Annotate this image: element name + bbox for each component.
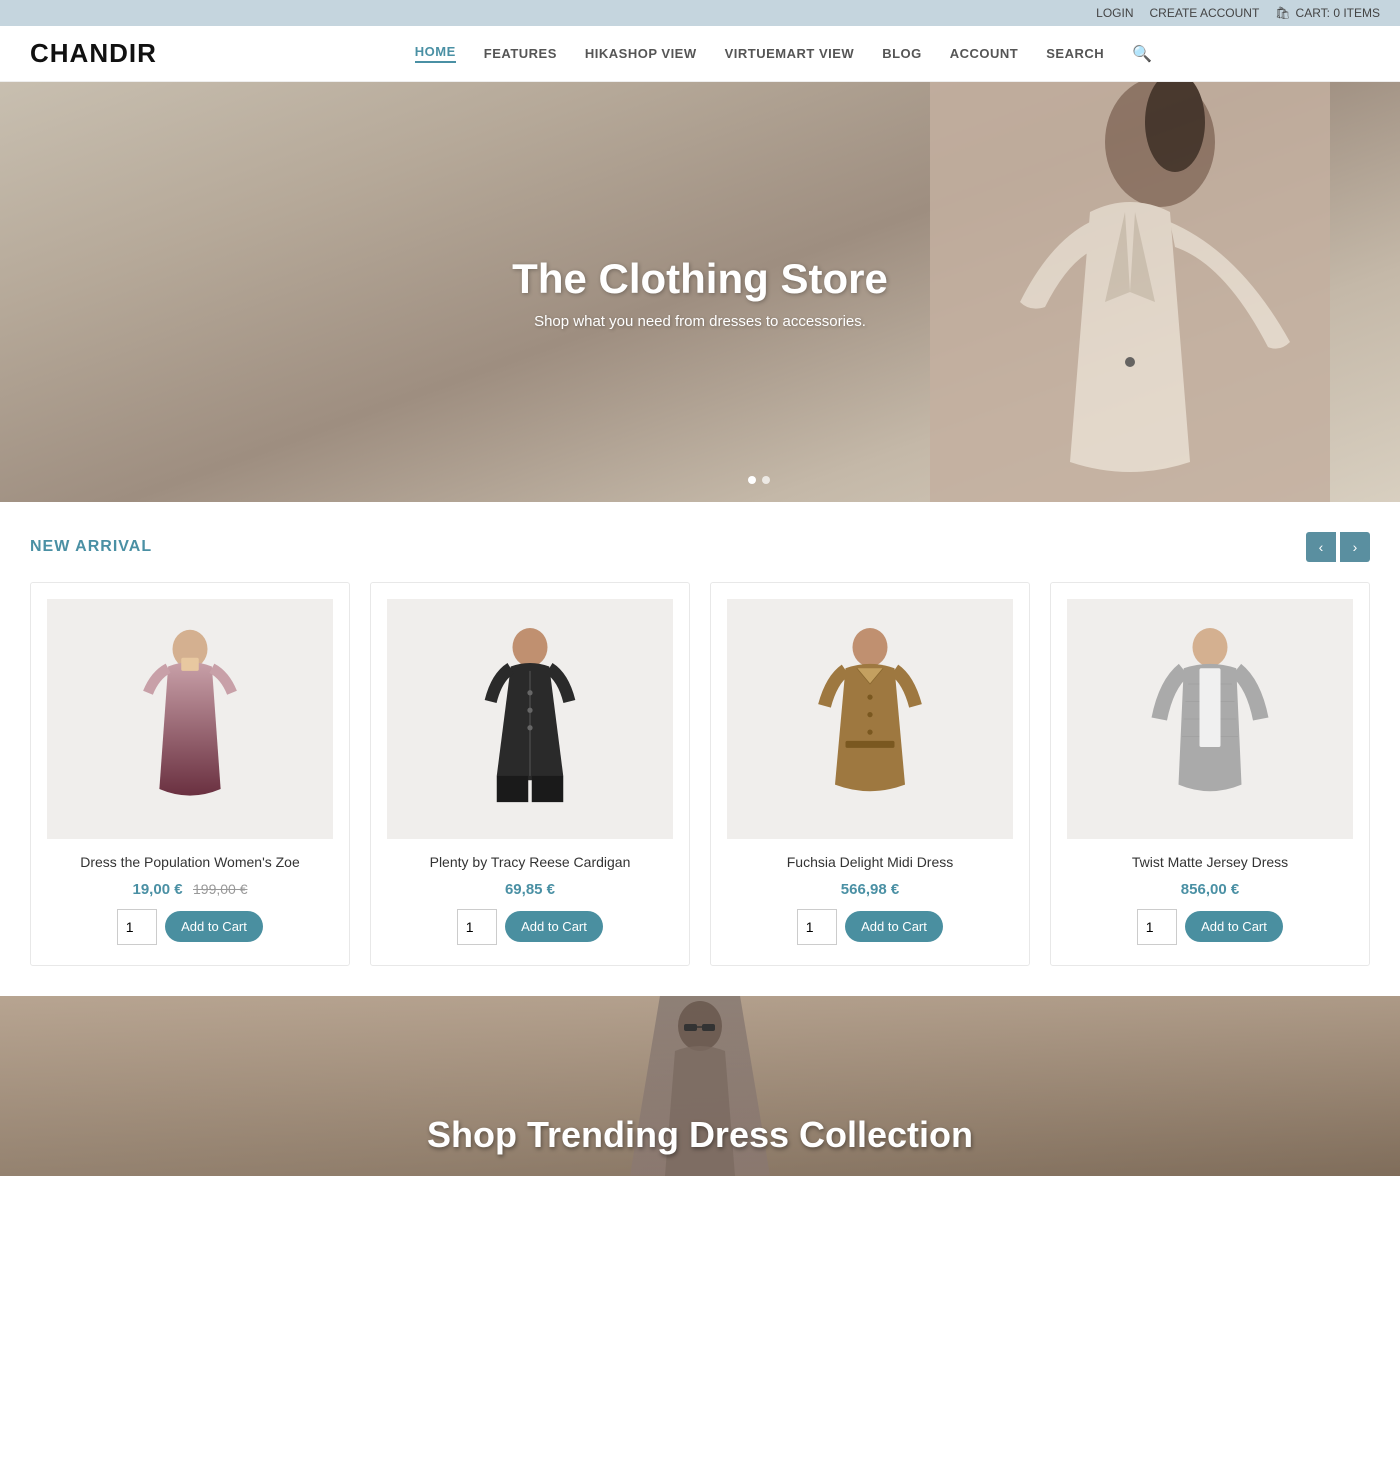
product-actions-1: Add to Cart	[117, 909, 263, 945]
logo[interactable]: CHANDIR	[30, 38, 157, 69]
nav-virtuemart[interactable]: VIRTUEMART VIEW	[725, 46, 855, 61]
header: CHANDIR HOME FEATURES HIKASHOP VIEW VIRT…	[0, 26, 1400, 82]
add-to-cart-button-1[interactable]: Add to Cart	[165, 911, 263, 942]
nav-blog[interactable]: BLOG	[882, 46, 922, 61]
nav-search[interactable]: SEARCH	[1046, 46, 1104, 61]
login-link[interactable]: LOGIN	[1096, 6, 1133, 20]
add-to-cart-button-3[interactable]: Add to Cart	[845, 911, 943, 942]
product-sale-price-3: 566,98 €	[841, 881, 899, 898]
product-actions-2: Add to Cart	[457, 909, 603, 945]
product-name-2: Plenty by Tracy Reese Cardigan	[430, 853, 631, 873]
carousel-prev-button[interactable]: ‹	[1306, 532, 1336, 562]
product-actions-3: Add to Cart	[797, 909, 943, 945]
cart-icon: 🛍	[1275, 6, 1290, 20]
bottom-banner: Shop Trending Dress Collection	[0, 996, 1400, 1176]
hero-dot-2[interactable]	[762, 476, 770, 484]
new-arrival-section: NEW ARRIVAL ‹ ›	[0, 502, 1400, 996]
product-card-4: Twist Matte Jersey Dress 856,00 € Add to…	[1050, 582, 1370, 966]
nav-hikashop[interactable]: HIKASHOP VIEW	[585, 46, 697, 61]
product-price-4: 856,00 €	[1181, 881, 1239, 899]
product-grid: Dress the Population Women's Zoe 19,00 €…	[30, 582, 1370, 966]
hero-subtitle: Shop what you need from dresses to acces…	[512, 313, 888, 330]
nav-home[interactable]: HOME	[415, 44, 456, 63]
product-sale-price-2: 69,85 €	[505, 881, 555, 898]
qty-input-2[interactable]	[457, 909, 497, 945]
nav-features[interactable]: FEATURES	[484, 46, 557, 61]
add-to-cart-button-4[interactable]: Add to Cart	[1185, 911, 1283, 942]
cart-area[interactable]: 🛍 CART: 0 ITEMS	[1275, 6, 1380, 20]
hero-dot-1[interactable]	[748, 476, 756, 484]
product-original-price-1: 199,00 €	[193, 881, 248, 897]
product-card-1: Dress the Population Women's Zoe 19,00 €…	[30, 582, 350, 966]
product-price-3: 566,98 €	[841, 881, 899, 899]
hero-content: The Clothing Store Shop what you need fr…	[512, 255, 888, 330]
product-card-2: Plenty by Tracy Reese Cardigan 69,85 € A…	[370, 582, 690, 966]
product-actions-4: Add to Cart	[1137, 909, 1283, 945]
main-nav: HOME FEATURES HIKASHOP VIEW VIRTUEMART V…	[197, 44, 1370, 64]
bottom-banner-title: Shop Trending Dress Collection	[427, 1114, 973, 1156]
create-account-link[interactable]: CREATE ACCOUNT	[1150, 6, 1260, 20]
product-sale-price-4: 856,00 €	[1181, 881, 1239, 898]
product-price-1: 19,00 € 199,00 €	[133, 881, 248, 899]
add-to-cart-button-2[interactable]: Add to Cart	[505, 911, 603, 942]
product-name-3: Fuchsia Delight Midi Dress	[787, 853, 954, 873]
section-title: NEW ARRIVAL	[30, 538, 152, 556]
hero-banner: The Clothing Store Shop what you need fr…	[0, 82, 1400, 502]
search-icon[interactable]: 🔍	[1132, 44, 1152, 64]
carousel-controls: ‹ ›	[1306, 532, 1370, 562]
product-image-2	[387, 599, 673, 839]
cart-label: CART: 0 ITEMS	[1296, 6, 1380, 20]
top-bar: LOGIN CREATE ACCOUNT 🛍 CART: 0 ITEMS	[0, 0, 1400, 26]
product-price-2: 69,85 €	[505, 881, 555, 899]
product-name-4: Twist Matte Jersey Dress	[1132, 853, 1288, 873]
product-image-1	[47, 599, 333, 839]
section-header: NEW ARRIVAL ‹ ›	[30, 532, 1370, 562]
qty-input-1[interactable]	[117, 909, 157, 945]
hero-title: The Clothing Store	[512, 255, 888, 303]
qty-input-4[interactable]	[1137, 909, 1177, 945]
product-card-3: Fuchsia Delight Midi Dress 566,98 € Add …	[710, 582, 1030, 966]
product-image-3	[727, 599, 1013, 839]
product-sale-price-1: 19,00 €	[133, 881, 183, 898]
carousel-next-button[interactable]: ›	[1340, 532, 1370, 562]
product-image-4	[1067, 599, 1353, 839]
qty-input-3[interactable]	[797, 909, 837, 945]
product-name-1: Dress the Population Women's Zoe	[80, 853, 300, 873]
hero-dots	[748, 476, 770, 484]
nav-account[interactable]: ACCOUNT	[950, 46, 1019, 61]
